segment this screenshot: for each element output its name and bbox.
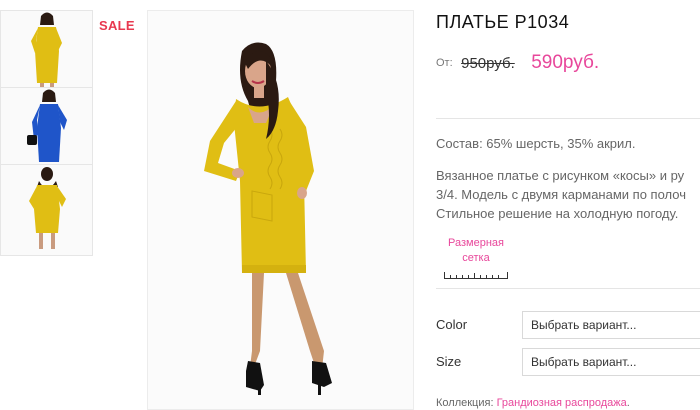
product-title: ПЛАТЬЕ P1034 <box>436 12 570 32</box>
sale-badge: SALE <box>99 18 135 33</box>
product-description: Вязанное платье с рисунком «косы» и ру 3… <box>436 166 700 223</box>
sale-price: 590руб. <box>531 52 600 73</box>
color-option-label: Color <box>436 317 468 332</box>
size-option-label: Size <box>436 354 462 369</box>
main-product-image[interactable] <box>147 10 414 410</box>
size-chart-link[interactable]: Размерная сетка <box>440 236 512 284</box>
size-chart-label-line2: сетка <box>462 252 490 264</box>
color-select[interactable]: Выбрать вариант... <box>522 311 700 339</box>
divider <box>436 118 700 119</box>
collection-label: Коллекция: <box>436 397 494 409</box>
description-line: Стильное решение на холодную погоду. <box>436 206 679 221</box>
thumbnail-blue-dress[interactable] <box>0 87 93 164</box>
collection-suffix: . <box>626 397 630 409</box>
description-line: Вязанное платье с рисунком «косы» и ру <box>436 168 685 183</box>
old-price: 950руб. <box>461 55 515 72</box>
collection-link[interactable]: Грандиозная распродажа <box>497 397 627 409</box>
size-chart-label-line1: Размерная <box>448 237 504 249</box>
thumbnail-yellow-dress-front[interactable] <box>0 10 93 87</box>
collection-row: Коллекция: Грандиозная распродажа. <box>436 397 630 409</box>
description-line: 3/4. Модель с двумя карманами по полоч <box>436 187 686 202</box>
thumbnail-gallery <box>0 10 93 256</box>
ruler-icon <box>444 272 508 279</box>
product-composition: Состав: 65% шерсть, 35% акрил. <box>436 136 636 151</box>
thumbnail-yellow-dress-back[interactable] <box>0 164 93 256</box>
size-select[interactable]: Выбрать вариант... <box>522 348 700 376</box>
divider <box>436 288 700 289</box>
price-from-label: От: <box>436 57 453 69</box>
price-row: От: 950руб. 590руб. <box>436 52 599 74</box>
